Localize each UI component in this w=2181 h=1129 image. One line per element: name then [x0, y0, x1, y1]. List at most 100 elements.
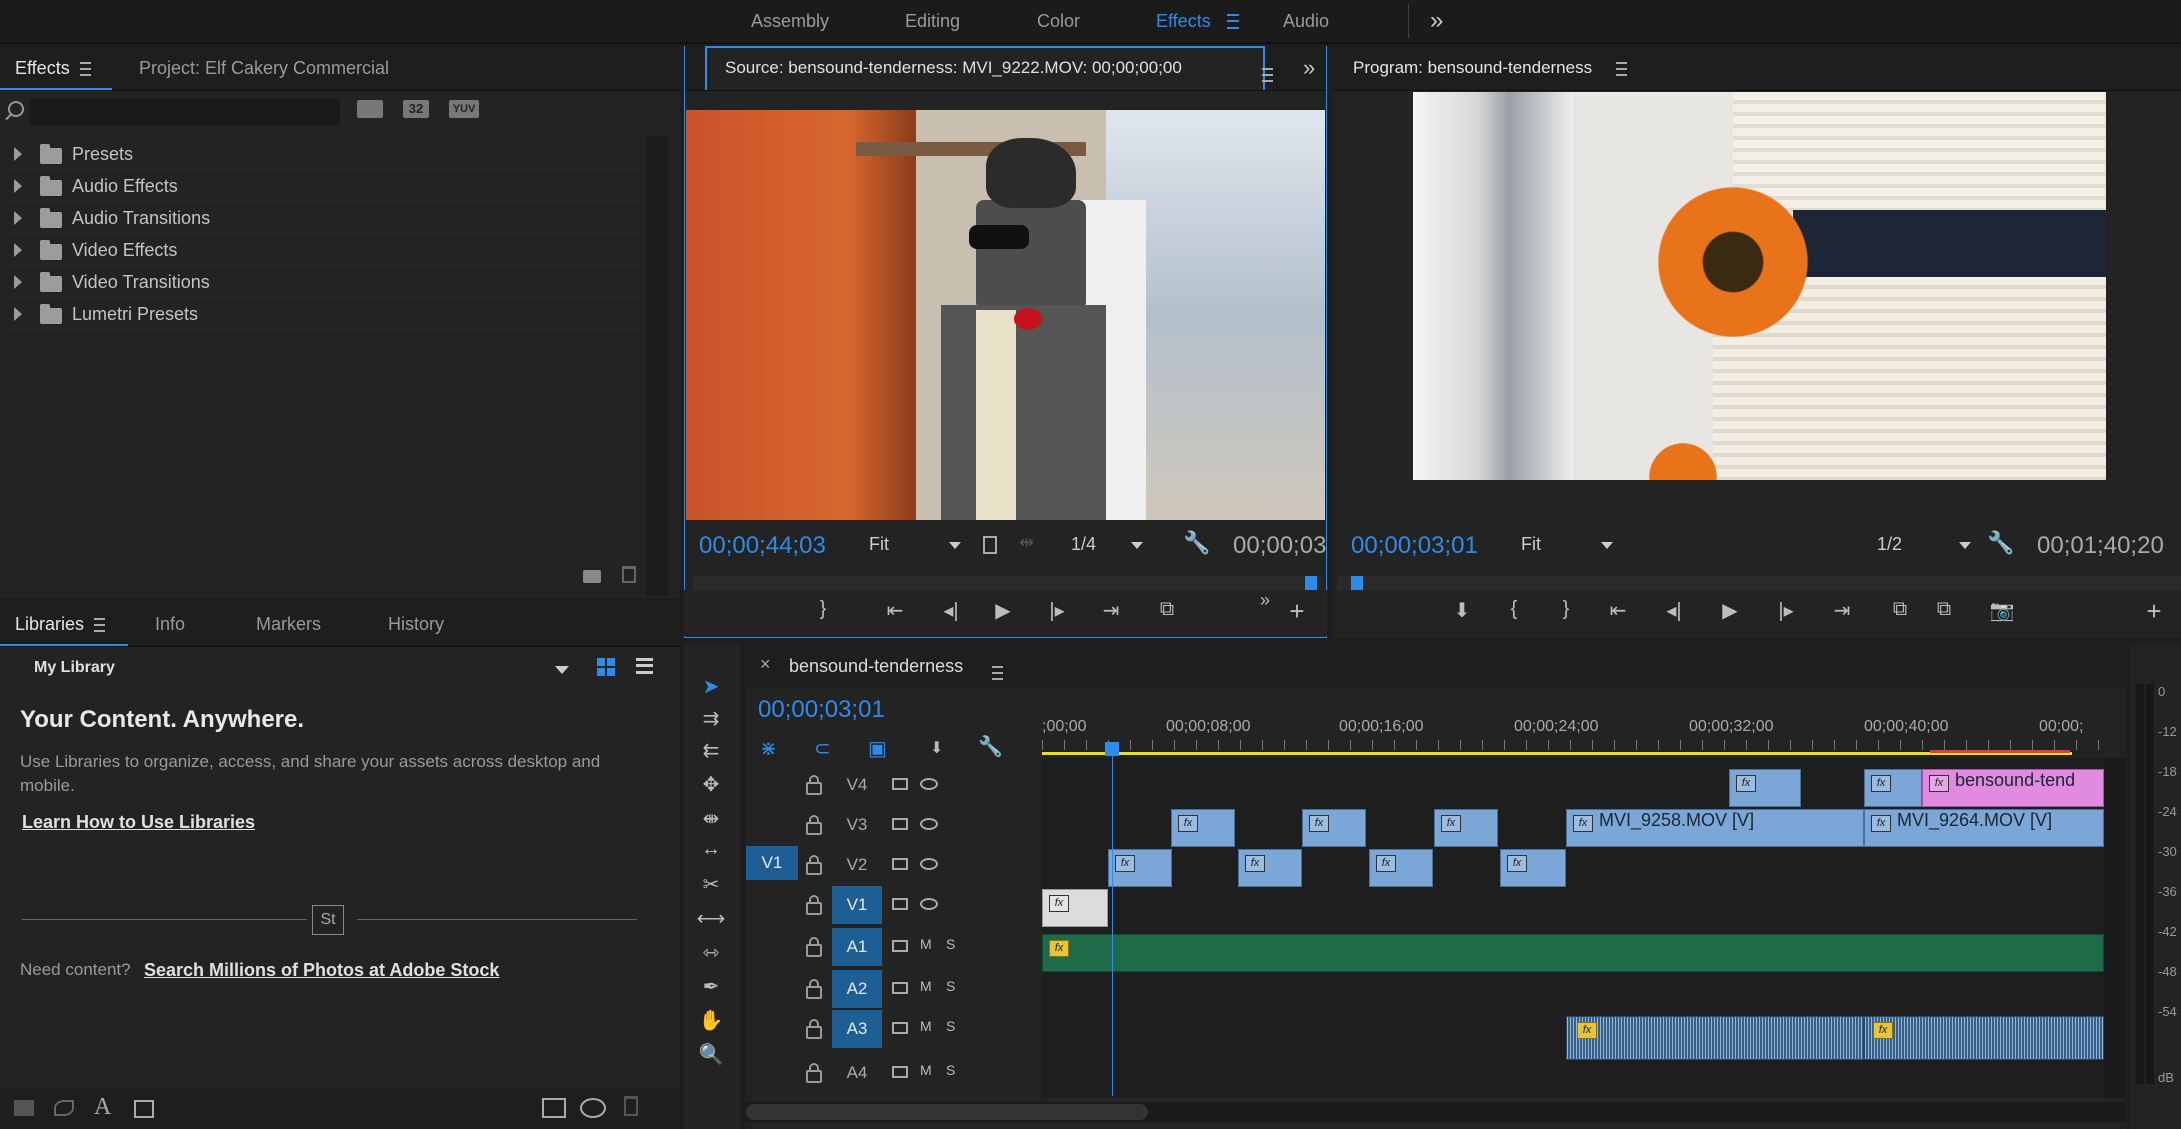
razor-tool-icon[interactable]: ✂: [694, 872, 728, 900]
source-overflow-icon[interactable]: »: [1303, 46, 1315, 90]
pen-tool-icon[interactable]: ✒: [694, 974, 728, 1002]
clip-v4-2[interactable]: fx: [1864, 769, 1922, 807]
track-name[interactable]: A2: [832, 970, 882, 1008]
creative-cloud-icon[interactable]: [580, 1098, 606, 1118]
sync-lock-icon[interactable]: [892, 1022, 908, 1034]
mark-out-icon[interactable]: }: [808, 598, 838, 621]
work-area-bar[interactable]: [1042, 752, 2072, 755]
hand-tool-icon[interactable]: ✋: [694, 1008, 728, 1036]
source-transport-overflow-icon[interactable]: »: [1250, 590, 1280, 611]
program-tab[interactable]: Program: bensound-tenderness: [1353, 46, 1628, 90]
sync-lock-icon[interactable]: [892, 858, 908, 870]
track-name[interactable]: A1: [832, 928, 882, 966]
solo-button[interactable]: S: [946, 978, 955, 994]
mute-button[interactable]: M: [920, 978, 932, 994]
clip-v3-3[interactable]: fx: [1434, 809, 1498, 847]
sync-lock-icon[interactable]: [892, 940, 908, 952]
ripple-edit-tool-icon[interactable]: ✥: [694, 772, 728, 800]
yuv-effects-icon[interactable]: YUV: [449, 100, 479, 118]
selection-tool-icon[interactable]: ➤: [694, 674, 728, 702]
source-add-button-icon[interactable]: +: [1282, 596, 1312, 627]
source-timecode[interactable]: 00;00;44;03: [699, 532, 826, 560]
go-to-in-icon[interactable]: ⇤: [880, 598, 910, 623]
sync-lock-icon[interactable]: [892, 818, 908, 830]
expand-triangle-icon[interactable]: [14, 147, 22, 161]
timeline-vscroll[interactable]: [2104, 758, 2126, 1098]
clip-mvi9258[interactable]: fx MVI_9258.MOV [V]: [1566, 809, 1864, 847]
32bit-effects-icon[interactable]: 32: [403, 100, 429, 118]
delete-icon[interactable]: [622, 566, 636, 583]
solo-button[interactable]: S: [946, 1062, 955, 1078]
clip-v2-2[interactable]: fx: [1238, 849, 1302, 887]
go-to-out-icon[interactable]: ⇥: [1096, 598, 1126, 623]
slip-tool-icon[interactable]: ⟷: [694, 906, 728, 934]
mute-button[interactable]: M: [920, 936, 932, 952]
timeline-menu-icon[interactable]: [992, 666, 1003, 681]
lock-icon[interactable]: [806, 1019, 822, 1039]
workspace-tab-effects[interactable]: Effects: [1156, 0, 1211, 42]
workspace-tab-assembly[interactable]: Assembly: [751, 0, 829, 42]
lock-icon[interactable]: [806, 895, 822, 915]
tab-history[interactable]: History: [388, 602, 444, 646]
effects-list-item[interactable]: Presets: [4, 138, 640, 170]
eye-icon[interactable]: [920, 818, 938, 830]
program-fit-select[interactable]: Fit: [1521, 534, 1621, 555]
add-layer-style-icon[interactable]: [134, 1100, 154, 1118]
mute-button[interactable]: M: [920, 1062, 932, 1078]
source-resolution-select[interactable]: 1/4: [1071, 534, 1171, 555]
insert-icon[interactable]: ⧉: [1152, 598, 1182, 621]
clip-bensound[interactable]: fx bensound-tend: [1922, 769, 2104, 807]
step-forward-icon[interactable]: |▸: [1042, 598, 1072, 623]
clip-a1-audio[interactable]: fx: [1042, 934, 2104, 972]
source-settings-wrench-icon[interactable]: 🔧: [1183, 530, 1210, 556]
lock-icon[interactable]: [806, 855, 822, 875]
sync-lock-icon[interactable]: [892, 1066, 908, 1078]
filmstrip-icon[interactable]: [983, 536, 997, 554]
adobe-stock-link[interactable]: Search Millions of Photos at Adobe Stock: [144, 960, 499, 981]
track-name[interactable]: A4: [832, 1054, 882, 1092]
extract-icon[interactable]: ⧉: [1929, 598, 1959, 621]
expand-triangle-icon[interactable]: [14, 307, 22, 321]
lock-icon[interactable]: [806, 1063, 822, 1083]
effects-list-item[interactable]: Audio Effects: [4, 170, 640, 202]
program-resolution-select[interactable]: 1/2: [1877, 534, 1977, 555]
hscroll-thumb[interactable]: [746, 1104, 1148, 1120]
add-marker-icon[interactable]: ⬇: [930, 738, 943, 758]
track-name[interactable]: V4: [832, 766, 882, 804]
tab-info[interactable]: Info: [155, 602, 185, 646]
workspace-overflow-icon[interactable]: »: [1430, 0, 1443, 42]
step-forward-icon[interactable]: |▸: [1771, 598, 1801, 623]
mark-in-icon[interactable]: {: [1499, 598, 1529, 621]
clip-a3-audio-2[interactable]: fx: [1864, 1016, 2104, 1060]
effects-list-item[interactable]: Video Transitions: [4, 266, 640, 298]
library-selector[interactable]: My Library: [14, 654, 579, 684]
clip-v3-2[interactable]: fx: [1302, 809, 1366, 847]
eye-icon[interactable]: [920, 898, 938, 910]
workspace-tab-audio[interactable]: Audio: [1283, 0, 1329, 42]
program-playhead[interactable]: [1351, 576, 1363, 590]
add-graphic-icon[interactable]: [14, 1100, 34, 1116]
new-bin-icon[interactable]: [583, 570, 601, 583]
rolling-edit-tool-icon[interactable]: ⇼: [694, 806, 728, 834]
track-name[interactable]: V1: [832, 886, 882, 924]
play-icon[interactable]: ▶: [1715, 598, 1745, 623]
effects-search-input[interactable]: [30, 99, 340, 125]
expand-triangle-icon[interactable]: [14, 275, 22, 289]
program-timecode[interactable]: 00;00;03;01: [1351, 532, 1478, 560]
track-name[interactable]: V2: [832, 846, 882, 884]
timeline-settings-wrench-icon[interactable]: 🔧: [978, 734, 1003, 759]
slide-tool-icon[interactable]: ⇿: [694, 940, 728, 968]
source-patch-v1[interactable]: V1: [746, 846, 798, 880]
go-to-out-icon[interactable]: ⇥: [1827, 598, 1857, 623]
sequence-tab[interactable]: bensound-tenderness: [789, 656, 963, 677]
clip-v2-3[interactable]: fx: [1369, 849, 1433, 887]
clip-a3-audio-1[interactable]: fx: [1566, 1016, 1864, 1060]
workspace-tab-color[interactable]: Color: [1037, 0, 1080, 42]
effects-menu-icon[interactable]: [79, 62, 91, 77]
sync-lock-icon[interactable]: [892, 898, 908, 910]
track-select-backward-icon[interactable]: ⇇: [694, 738, 728, 766]
tab-libraries[interactable]: Libraries: [15, 602, 106, 646]
close-sequence-icon[interactable]: ×: [760, 654, 771, 675]
expand-triangle-icon[interactable]: [14, 243, 22, 257]
track-name[interactable]: A3: [832, 1010, 882, 1048]
